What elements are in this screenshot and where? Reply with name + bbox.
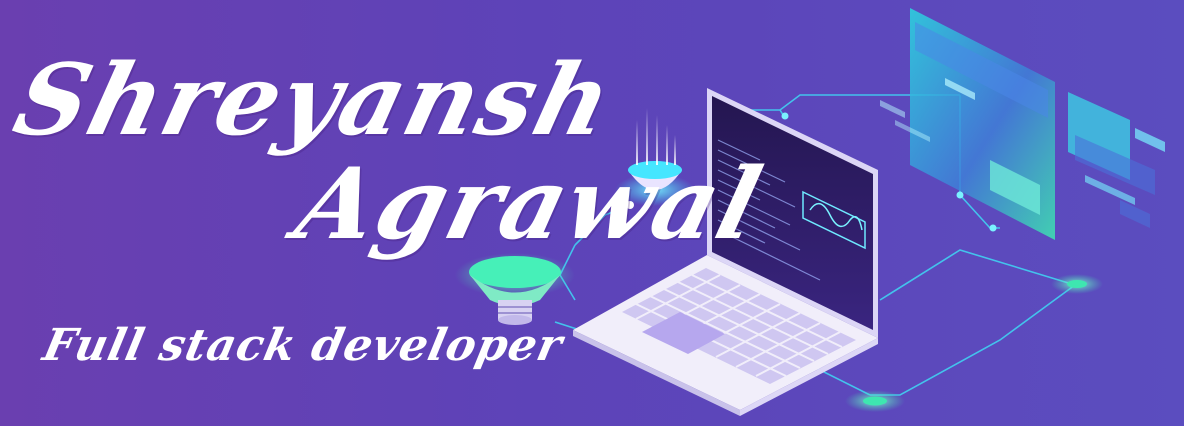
first-name-heading: Shreyansh bbox=[3, 43, 625, 158]
hero-banner: Shreyansh Agrawal Full stack developer bbox=[0, 0, 1184, 426]
last-name-heading: Agrawal bbox=[285, 147, 774, 262]
floating-screen-icon bbox=[880, 8, 1165, 240]
tagline: Full stack developer bbox=[38, 320, 568, 371]
funnel-node-icon bbox=[455, 253, 575, 325]
